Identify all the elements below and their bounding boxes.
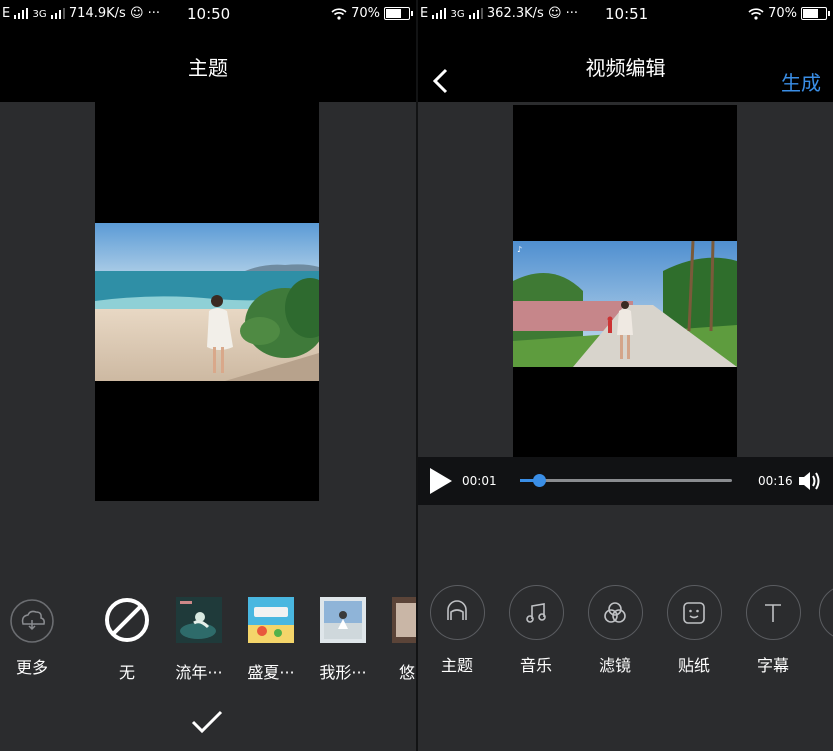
tool-theme[interactable]: 主题 <box>427 585 487 676</box>
tool-filter[interactable]: 滤镜 <box>585 585 645 676</box>
video-preview[interactable]: ♪ <box>513 105 737 505</box>
status-right: 70% <box>331 6 410 21</box>
theme-more[interactable]: 更多 <box>2 598 62 678</box>
more-dots: ··· <box>148 6 160 21</box>
status-bar: E 3G 362.3K/s ☺ ··· 10:51 70% <box>418 0 833 30</box>
title-bar: 主题 <box>0 30 416 102</box>
current-time: 00:01 <box>462 474 497 488</box>
video-player-controls: 00:01 00:16 <box>418 457 833 505</box>
cloud-download-icon <box>9 598 55 644</box>
wifi-icon <box>748 8 764 20</box>
theme-label: 我形··· <box>313 659 373 683</box>
theme-label: 盛夏··· <box>241 659 301 683</box>
signal-icon <box>51 8 65 19</box>
theme-thumbnail <box>248 597 294 643</box>
wifi-icon <box>331 8 347 20</box>
preview-image-road: ♪ <box>513 241 737 367</box>
theme-label: 更多 <box>2 654 62 678</box>
video-edit-screen: E 3G 362.3K/s ☺ ··· 10:51 70% 视频编辑 生成 <box>418 0 833 751</box>
tool-label: 字幕 <box>743 652 803 676</box>
status-left: E 3G 362.3K/s ☺ ··· <box>420 6 578 21</box>
theme-screen: E 3G 714.9K/s ☺ ··· 10:50 70% 主题 <box>0 0 416 751</box>
theme-youxian[interactable]: 悠闲 <box>385 597 416 683</box>
checkmark-icon[interactable] <box>190 708 224 736</box>
theme-liunian[interactable]: 流年··· <box>169 597 229 683</box>
title-bar: 视频编辑 生成 <box>418 30 833 102</box>
battery-percent: 70% <box>768 6 797 21</box>
video-preview[interactable] <box>95 102 319 501</box>
theme-shengxia[interactable]: 盛夏··· <box>241 597 301 683</box>
network-speed: 362.3K/s <box>487 6 544 21</box>
sticker-icon <box>667 585 722 640</box>
volume-icon[interactable] <box>797 469 823 493</box>
status-bar: E 3G 714.9K/s ☺ ··· 10:50 70% <box>0 0 416 30</box>
network-type-2: 3G <box>451 9 465 20</box>
network-type: E <box>2 6 10 21</box>
tool-label: 主题 <box>427 652 487 676</box>
subtitle-icon <box>746 585 801 640</box>
status-right: 70% <box>748 6 827 21</box>
music-icon <box>509 585 564 640</box>
tool-label: 贴纸 <box>664 652 724 676</box>
tool-more[interactable] <box>816 585 833 640</box>
seek-handle[interactable] <box>533 474 546 487</box>
battery-icon <box>384 7 410 20</box>
signal-icon <box>14 8 28 19</box>
preview-image-beach <box>95 223 319 381</box>
theme-none[interactable]: 无 <box>97 597 157 683</box>
battery-icon <box>801 7 827 20</box>
theme-label: 无 <box>97 659 157 683</box>
more-dots: ··· <box>566 6 578 21</box>
total-time: 00:16 <box>758 474 793 488</box>
signal-icon <box>469 8 483 19</box>
tool-label: 滤镜 <box>585 652 645 676</box>
theme-label: 悠闲 <box>385 659 416 683</box>
theme-label: 流年··· <box>169 659 229 683</box>
battery-percent: 70% <box>351 6 380 21</box>
network-type-2: 3G <box>33 9 47 20</box>
tool-subtitle[interactable]: 字幕 <box>743 585 803 676</box>
filter-icon <box>588 585 643 640</box>
notification-icon: ☺ <box>130 6 144 21</box>
seek-bar[interactable] <box>520 479 732 482</box>
theme-woxing[interactable]: 我形··· <box>313 597 373 683</box>
svg-text:♪: ♪ <box>517 245 522 254</box>
generate-button[interactable]: 生成 <box>781 67 821 96</box>
theme-thumbnail <box>320 597 366 643</box>
theme-icon <box>430 585 485 640</box>
clock: 10:51 <box>605 5 648 23</box>
page-title: 主题 <box>0 52 416 81</box>
more-tool-icon <box>819 585 833 640</box>
theme-thumbnail <box>176 597 222 643</box>
clock: 10:50 <box>187 5 230 23</box>
network-speed: 714.9K/s <box>69 6 126 21</box>
network-type: E <box>420 6 428 21</box>
tool-music[interactable]: 音乐 <box>506 585 566 676</box>
signal-icon <box>432 8 446 19</box>
tool-sticker[interactable]: 贴纸 <box>664 585 724 676</box>
play-icon[interactable] <box>428 466 454 496</box>
theme-thumbnail <box>392 597 416 643</box>
tool-label: 音乐 <box>506 652 566 676</box>
status-left: E 3G 714.9K/s ☺ ··· <box>2 6 160 21</box>
no-theme-icon <box>104 597 150 643</box>
page-title: 视频编辑 <box>418 52 833 81</box>
notification-icon: ☺ <box>548 6 562 21</box>
